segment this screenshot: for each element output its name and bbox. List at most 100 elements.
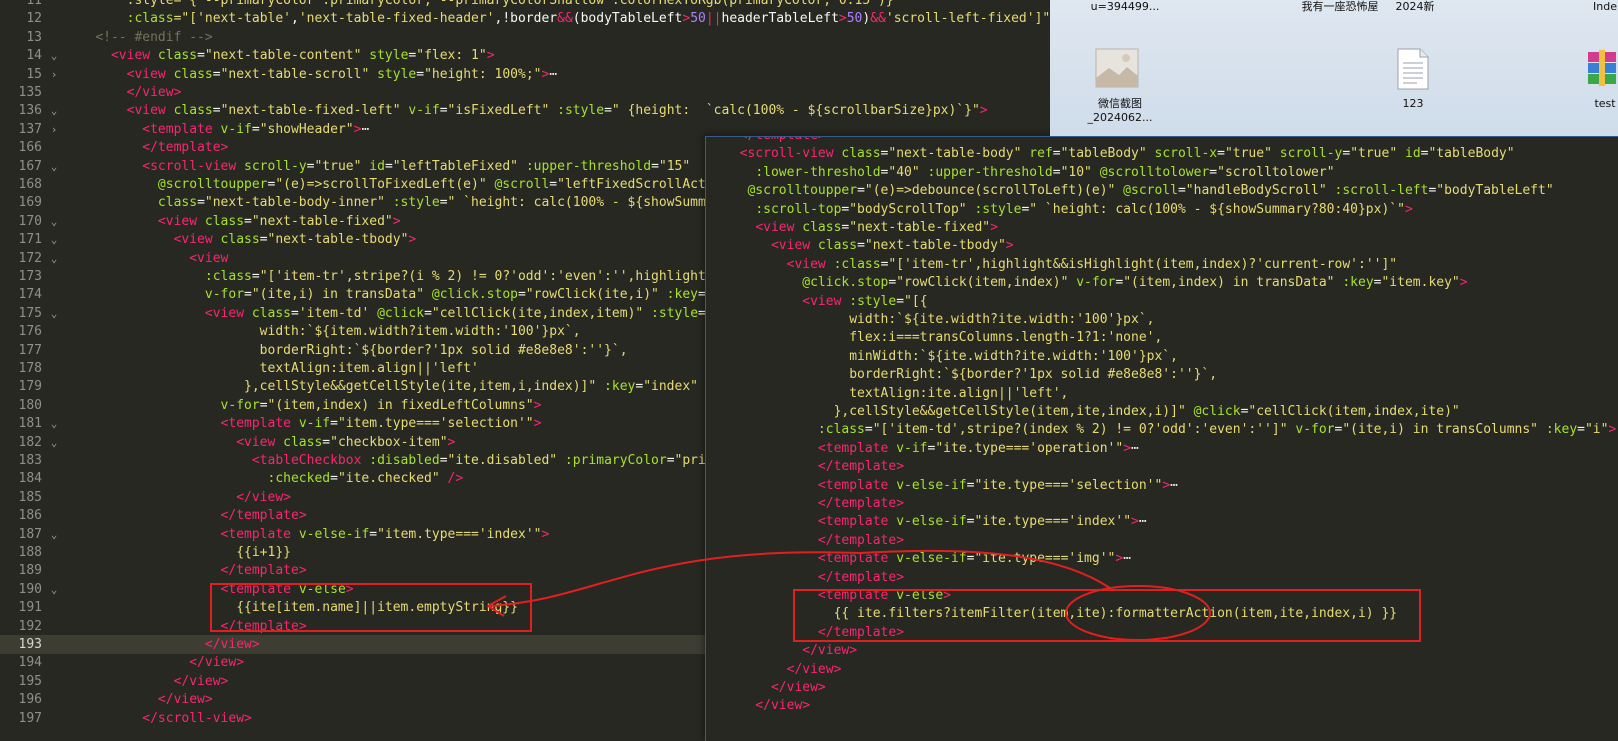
code-line[interactable]: <template v-if="ite.type==='operation'">… [706, 439, 1618, 458]
code-text: v-for="(ite,i) in transData" @click.stop… [64, 285, 737, 304]
line-number: 190 [18, 581, 42, 597]
code-line[interactable]: 14 ⌄ <view class="next-table-content" sty… [0, 46, 1050, 65]
code-line[interactable]: <view class="next-table-tbody"> [706, 236, 1618, 255]
code-text: @scrolltoupper = "(e)=>scrollToFixedLeft(e… [64, 175, 737, 194]
desktop-icon-label[interactable]: 123 [1383, 97, 1443, 111]
code-line[interactable]: 136 ⌄ <view class="next-table-fixed-left"… [0, 101, 1050, 120]
fold-collapsed-icon[interactable]: › [48, 65, 60, 84]
desktop-icon-label[interactable]: Inde [1585, 0, 1618, 14]
code-line[interactable]: textAlign:ite.align||'left', [706, 384, 1618, 403]
fold-expanded-icon[interactable]: ⌄ [48, 304, 60, 323]
code-line[interactable]: flex:i===transColumns.length-1?1:'none', [706, 328, 1618, 347]
code-token: > [1459, 275, 1468, 291]
code-line[interactable]: 12 :class="['next-table','next-table-fix… [0, 9, 1050, 28]
desktop-icon-label[interactable]: 2024新 [1385, 0, 1445, 14]
code-line[interactable]: borderRight:`${border?'1px solid #e8e8e8… [706, 365, 1618, 384]
code-text: <view class='item-td' @click="cellClick(… [64, 304, 729, 323]
desktop-icon-label[interactable]: 我有一座恐怖屋 [1295, 0, 1385, 14]
code-line[interactable]: <scroll-view class = "next-table-body" ref… [706, 144, 1618, 163]
fold-expanded-icon[interactable]: ⌄ [48, 525, 60, 544]
code-token: </template> [142, 140, 229, 156]
code-line[interactable]: <template v-else-if="ite.type==='selecti… [706, 476, 1618, 495]
code-line[interactable]: <template v-else-if="ite.type==='img'">⋯ [706, 549, 1618, 568]
right-code-editor[interactable]: </template> <scroll-view class="next-tab… [705, 136, 1618, 741]
code-token: :scroll-top [755, 201, 842, 217]
desktop-icon-label[interactable]: u=394499... [1070, 0, 1180, 14]
fold-expanded-icon[interactable]: ⌄ [48, 249, 60, 268]
code-token: "handleBodyScroll" [1185, 183, 1327, 199]
code-token: v-if [888, 440, 928, 456]
code-line[interactable]: },cellStyle&&getCellStyle(item,ite,index… [706, 402, 1618, 421]
code-token: </view> [204, 637, 260, 652]
fold-expanded-icon[interactable]: ⌄ [48, 101, 60, 120]
desktop-icon-label[interactable]: test [1585, 97, 1618, 111]
line-number: 171 [18, 232, 42, 248]
line-number: 167 [18, 158, 42, 174]
code-line[interactable]: :lower-threshold="40" :upper-threshold="… [706, 163, 1618, 182]
code-line[interactable]: minWidth:`${ite.width?ite.width:'100'}px… [706, 347, 1618, 366]
code-line[interactable]: 135 </view> [0, 83, 1050, 102]
code-line[interactable]: @click.stop = "rowClick(item,index)" v-for… [706, 273, 1618, 292]
code-token: "ite.type==='img'" [974, 551, 1116, 567]
code-token: @click.stop [424, 287, 518, 303]
fold-expanded-icon[interactable]: ⌄ [48, 157, 60, 176]
fold-expanded-icon[interactable]: ⌄ [48, 46, 60, 65]
code-token: id [361, 158, 385, 174]
code-token: = [635, 379, 644, 395]
line-number: 196 [18, 692, 42, 708]
fold-expanded-icon[interactable]: ⌄ [48, 230, 60, 249]
code-line[interactable]: </view> [706, 660, 1618, 679]
code-line[interactable]: </template> [706, 568, 1618, 587]
code-line[interactable]: </view> [706, 678, 1618, 697]
code-token: "next-table-tbody" [864, 238, 1006, 254]
highlight-box-right [793, 589, 1421, 642]
code-token: :key [1538, 422, 1578, 438]
code-line[interactable]: </template> [706, 457, 1618, 476]
code-line[interactable]: <template v-else-if="ite.type==='index'"… [706, 512, 1618, 531]
code-line[interactable]: </template> [706, 494, 1618, 513]
code-line[interactable]: <view :style="[{ [706, 292, 1618, 311]
code-text: </template> [724, 531, 904, 550]
fold-expanded-icon[interactable]: ⌄ [48, 212, 60, 231]
code-text: </view> [724, 696, 810, 715]
code-line[interactable]: <view :class="['item-tr',highlight&&isHi… [706, 255, 1618, 274]
text-file-icon[interactable] [1396, 48, 1430, 90]
code-token: "40" [888, 164, 920, 180]
code-token: <view [126, 66, 166, 82]
fold-collapsed-icon[interactable]: › [48, 120, 60, 139]
code-line[interactable]: </view> [706, 696, 1618, 715]
code-token: "ite.type==='operation'" [935, 440, 1124, 456]
code-token: @click.stop [802, 275, 889, 291]
code-line[interactable]: :scroll-top="bodyScrollTop" :style=" `he… [706, 200, 1618, 219]
fold-expanded-icon[interactable]: ⌄ [48, 433, 60, 452]
code-line[interactable]: 15 › <view class="next-table-scroll" styl… [0, 65, 1050, 84]
code-token: "item.key" [1381, 275, 1460, 291]
code-token: class [244, 305, 291, 321]
code-token: </template> [740, 137, 826, 143]
line-number: 169 [18, 195, 42, 211]
code-text: textAlign:item.align||'left' [64, 359, 479, 378]
code-token: <view [204, 305, 245, 321]
code-line[interactable]: :class="['item-td',stripe?(index % 2) !=… [706, 420, 1618, 439]
code-token: "(ite,i) in transData" [251, 287, 425, 303]
fold-expanded-icon[interactable]: ⌄ [48, 580, 60, 599]
code-text: @click.stop = "rowClick(item,index)" v-for… [724, 273, 1468, 292]
code-line[interactable]: </template> [706, 531, 1618, 550]
code-line[interactable]: @scrolltoupper="(e)=>debounce(scrollToLe… [706, 181, 1618, 200]
code-line[interactable]: <view class="next-table-fixed"> [706, 218, 1618, 237]
fold-expanded-icon[interactable]: ⌄ [48, 414, 60, 433]
archive-icon[interactable] [1586, 48, 1618, 88]
code-token: v-else-if [291, 526, 370, 542]
code-token: "scrolltolower" [1217, 164, 1335, 180]
image-icon[interactable] [1095, 48, 1139, 88]
code-line[interactable]: width:`${ite.width?ite.width:'100'}px`, [706, 310, 1618, 329]
code-line[interactable]: </view> [706, 641, 1618, 660]
desktop-icon-label[interactable]: 微信截图_2024062... [1070, 97, 1170, 125]
code-text: </template> [64, 506, 307, 525]
code-line[interactable]: 13 <!-- #endif --> [0, 28, 1050, 47]
